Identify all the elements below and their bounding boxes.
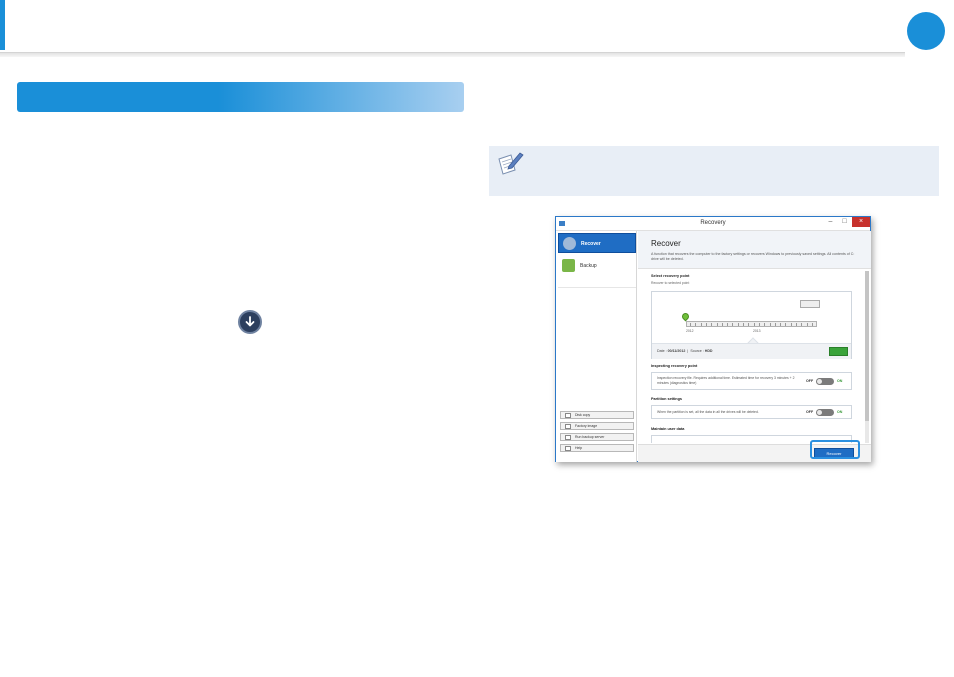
- recovery-point-timeline: 2012 2013 Date : 00/11/2012 | Source : H…: [651, 291, 852, 359]
- select-point-button[interactable]: [829, 347, 848, 356]
- timeline-zoom-button[interactable]: [800, 300, 820, 308]
- timeline-tick: [811, 323, 813, 326]
- timeline-tick: [743, 323, 744, 326]
- timeline-tick: [774, 323, 776, 326]
- backup-icon: [562, 259, 575, 272]
- section-heading-bar: [17, 82, 464, 112]
- content-panel: Recover A function that recovers the com…: [638, 231, 871, 462]
- timeline-tick: [801, 323, 802, 326]
- timeline-tick: [748, 323, 749, 326]
- tool-label: Help: [575, 446, 583, 450]
- sidebar-item-recover[interactable]: Recover: [558, 233, 636, 253]
- disc-icon: [563, 237, 576, 250]
- timeline-tick: [711, 323, 712, 326]
- page-title: Recover: [651, 239, 681, 248]
- recovery-point-subtitle: Recover to selected point: [651, 281, 690, 285]
- close-button[interactable]: ×: [852, 217, 870, 227]
- recovery-point-title: Select recovery point: [651, 274, 690, 278]
- sidebar: Recover Backup Disk copy Factory image R…: [556, 231, 637, 462]
- disk-copy-icon: [565, 413, 571, 418]
- timeline-year-label: 2013: [753, 329, 761, 333]
- timeline-track[interactable]: [686, 321, 817, 327]
- timeline-tick: [690, 323, 691, 326]
- page-description: A function that recovers the computer to…: [651, 252, 855, 261]
- toggle-on-label: ON: [837, 379, 843, 383]
- option-text: When the partition is set, all the data …: [657, 410, 759, 414]
- option-partition-box: When the partition is set, all the data …: [651, 405, 852, 419]
- inspect-toggle[interactable]: OFF ON: [806, 378, 850, 386]
- timeline-tick: [721, 323, 723, 326]
- option-inspect-box: Inspection recovery file. Requires addit…: [651, 372, 852, 390]
- maximize-button[interactable]: □: [838, 217, 851, 227]
- recovery-point-details: Date : 00/11/2012 | Source : HDD: [657, 349, 713, 353]
- sidebar-item-label: Backup: [580, 263, 597, 269]
- timeline-tick: [764, 323, 765, 326]
- left-edge-accent-bar: [0, 0, 5, 50]
- toggle-off-label: OFF: [806, 379, 814, 383]
- toggle-off-label: OFF: [806, 410, 814, 414]
- timeline-tick: [758, 323, 760, 326]
- timeline-tick: [785, 323, 786, 326]
- note-box: [489, 146, 939, 196]
- option-text: Inspection recovery file. Requires addit…: [657, 376, 795, 385]
- header-divider: [0, 52, 905, 57]
- toggle-switch[interactable]: [816, 378, 834, 385]
- toggle-on-label: ON: [837, 410, 843, 414]
- note-pencil-icon: [496, 150, 524, 181]
- window-titlebar: Recovery – □ ×: [556, 217, 870, 231]
- timeline-tick: [753, 323, 755, 326]
- option-title: Partition settings: [651, 397, 683, 401]
- toggle-switch[interactable]: [816, 409, 834, 416]
- sidebar-item-backup[interactable]: Backup: [558, 256, 636, 276]
- help-button[interactable]: Help: [560, 444, 634, 452]
- tool-label: Run backup server: [575, 435, 605, 439]
- help-icon: [565, 446, 571, 451]
- timeline-tick: [769, 323, 771, 326]
- server-icon: [565, 435, 571, 440]
- page-number-badge: [907, 12, 945, 50]
- timeline-tick: [737, 323, 739, 326]
- timeline-tick: [806, 323, 808, 326]
- timeline-tick: [727, 323, 728, 326]
- recovery-window: Recovery – □ × Recover Backup Disk copy …: [555, 216, 871, 462]
- run-backup-server-button[interactable]: Run backup server: [560, 433, 634, 441]
- timeline-tick: [705, 323, 707, 326]
- timeline-tick: [716, 323, 718, 326]
- option-title: Inspecting recovery point: [651, 364, 698, 368]
- minimize-button[interactable]: –: [824, 217, 837, 227]
- content-header: Recover A function that recovers the com…: [638, 231, 871, 269]
- option-title: Maintain user data: [651, 427, 685, 431]
- timeline-tick: [695, 323, 696, 326]
- scrollbar-thumb[interactable]: [865, 271, 869, 421]
- partition-toggle[interactable]: OFF ON: [806, 409, 850, 417]
- disk-copy-button[interactable]: Disk copy: [560, 411, 634, 419]
- sidebar-item-label: Recover: [581, 241, 601, 247]
- factory-image-icon: [565, 424, 571, 429]
- timeline-tick: [790, 323, 792, 326]
- factory-image-button[interactable]: Factory image: [560, 422, 634, 430]
- date-value: 00/11/2012: [667, 349, 686, 353]
- timeline-tick: [780, 323, 781, 326]
- recover-button-highlight: [810, 440, 860, 459]
- tool-label: Factory image: [575, 424, 598, 428]
- tool-label: Disk copy: [575, 413, 591, 417]
- timeline-tick: [796, 323, 797, 326]
- window-title: Recovery: [700, 220, 726, 226]
- timeline-year-label: 2012: [686, 329, 694, 333]
- recovery-point-info: Date : 00/11/2012 | Source : HDD: [652, 343, 851, 359]
- recovery-point-marker[interactable]: [680, 311, 691, 322]
- timeline-tick: [700, 323, 702, 326]
- circle-arrow-down-icon: [238, 310, 262, 334]
- source-label: Source :: [690, 349, 704, 353]
- date-label: Date :: [657, 349, 667, 353]
- source-value: HDD: [704, 349, 713, 353]
- sidebar-divider: [558, 287, 636, 288]
- timeline-tick: [732, 323, 733, 326]
- scrollbar[interactable]: [865, 271, 869, 443]
